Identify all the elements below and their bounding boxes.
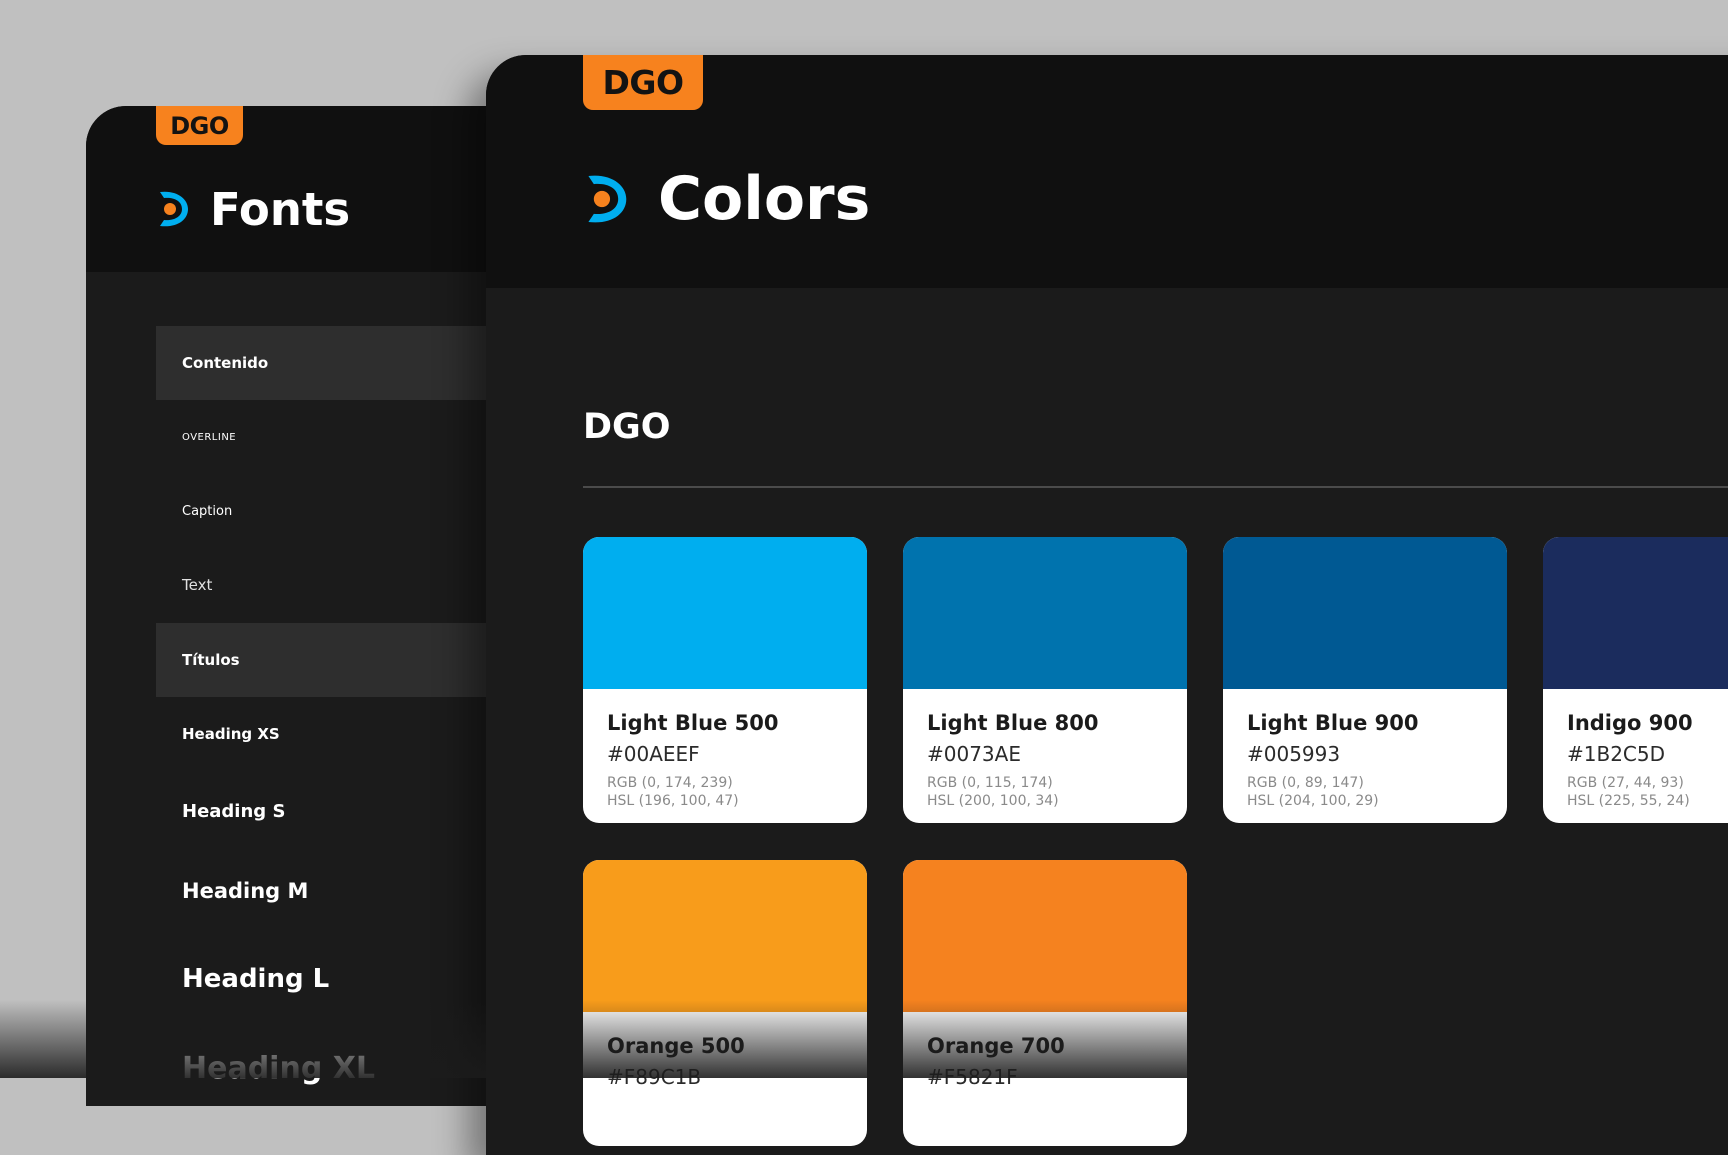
color-swatch (583, 860, 867, 1012)
dgo-logo-icon (588, 175, 627, 223)
color-hex: #0073AE (927, 742, 1021, 766)
color-hsl: HSL (196, 100, 47) (607, 793, 739, 809)
color-swatch (903, 860, 1187, 1012)
brand-badge: DGO (156, 106, 243, 145)
nav-item-label: Heading XS (182, 725, 280, 743)
nav-item-label: Heading XL (182, 1050, 375, 1086)
color-rgb: RGB (27, 44, 93) (1567, 775, 1684, 791)
section-divider (583, 486, 1728, 488)
page-title: Fonts (210, 183, 351, 236)
nav-item-label: Heading S (182, 800, 286, 822)
nav-item-label: Text (182, 576, 213, 594)
nav-item-label: OVERLINE (182, 431, 237, 443)
color-name: Light Blue 900 (1247, 711, 1419, 735)
color-name: Light Blue 800 (927, 711, 1099, 735)
color-hsl: HSL (200, 100, 34) (927, 793, 1059, 809)
colors-panel: DGO Colors DGO Light Blue 500 #00AEEF RG… (486, 55, 1728, 1155)
color-hex: #1B2C5D (1567, 742, 1666, 766)
color-hex: #005993 (1247, 742, 1341, 766)
color-hex: #00AEEF (607, 742, 700, 766)
section-title: DGO (583, 407, 671, 447)
color-swatch (903, 537, 1187, 689)
colors-header: DGO Colors (486, 55, 1728, 288)
color-name: Orange 500 (607, 1034, 745, 1058)
nav-item-label: Caption (182, 503, 233, 519)
nav-item-label: Contenido (182, 354, 269, 372)
color-name: Light Blue 500 (607, 711, 779, 735)
color-hex: #F89C1B (607, 1065, 702, 1089)
page-title: Colors (658, 164, 871, 234)
color-hex: #F5821F (927, 1065, 1018, 1089)
nav-item-label: Heading M (182, 879, 309, 903)
nav-item-label: Heading L (182, 964, 330, 994)
color-rgb: RGB (0, 115, 174) (927, 775, 1053, 791)
color-rgb: RGB (0, 174, 239) (607, 775, 733, 791)
color-swatch (1223, 537, 1507, 689)
color-hsl: HSL (225, 55, 24) (1567, 793, 1690, 809)
color-hsl: HSL (204, 100, 29) (1247, 793, 1379, 809)
color-swatch (583, 537, 867, 689)
nav-item-label: Títulos (182, 651, 240, 669)
color-card-light-blue-900[interactable]: Light Blue 900 #005993 RGB (0, 89, 147) … (1223, 537, 1507, 823)
color-card-orange-500[interactable]: Orange 500 #F89C1B (583, 860, 867, 1146)
color-name: Orange 700 (927, 1034, 1065, 1058)
dgo-logo-icon (160, 191, 188, 227)
brand-badge: DGO (583, 55, 703, 110)
color-rgb: RGB (0, 89, 147) (1247, 775, 1364, 791)
color-card-light-blue-500[interactable]: Light Blue 500 #00AEEF RGB (0, 174, 239)… (583, 537, 867, 823)
color-name: Indigo 900 (1567, 711, 1693, 735)
color-card-indigo-900[interactable]: Indigo 900 #1B2C5D RGB (27, 44, 93) HSL … (1543, 537, 1728, 823)
color-card-light-blue-800[interactable]: Light Blue 800 #0073AE RGB (0, 115, 174)… (903, 537, 1187, 823)
color-card-orange-700[interactable]: Orange 700 #F5821F (903, 860, 1187, 1146)
color-swatch (1543, 537, 1728, 689)
